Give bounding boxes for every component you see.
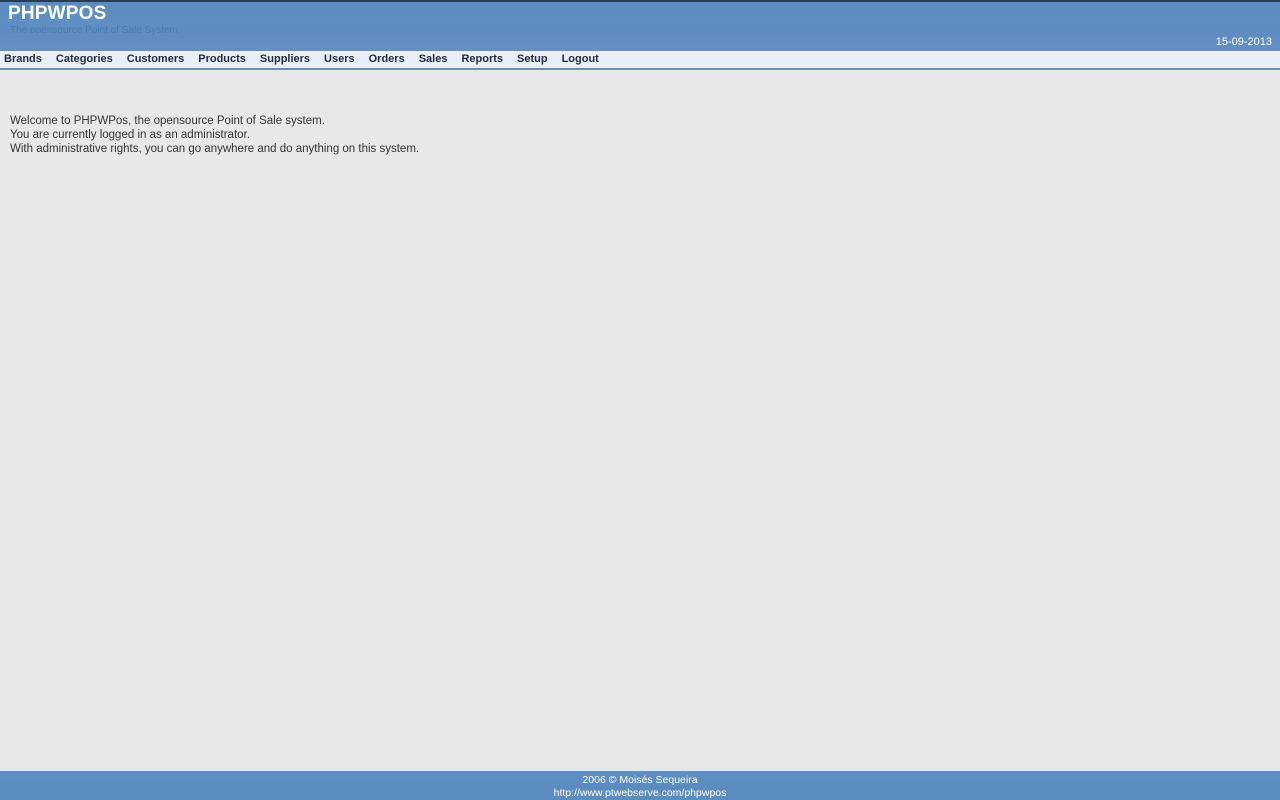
welcome-message: Welcome to PHPWPos, the opensource Point… <box>10 114 419 156</box>
nav-item-categories[interactable]: Categories <box>49 51 120 68</box>
nav-item-reports[interactable]: Reports <box>454 51 510 68</box>
footer-copyright: 2006 © Moisés Sequeira <box>582 774 698 786</box>
nav-item-products[interactable]: Products <box>191 51 253 68</box>
welcome-line-2: You are currently logged in as an admini… <box>10 129 250 141</box>
welcome-line-3: With administrative rights, you can go a… <box>10 143 420 155</box>
nav-item-suppliers[interactable]: Suppliers <box>253 51 317 68</box>
nav-item-customers[interactable]: Customers <box>120 51 191 68</box>
current-date: 15-09-2013 <box>1215 36 1272 48</box>
page-footer: 2006 © Moisés Sequeira http://www.ptwebs… <box>0 771 1280 800</box>
site-subtitle: The opensource Point of Sale System <box>10 25 178 36</box>
nav-item-brands[interactable]: Brands <box>0 51 49 68</box>
nav-item-sales[interactable]: Sales <box>412 51 455 68</box>
nav-item-logout[interactable]: Logout <box>555 51 606 68</box>
main-navigation: Brands Categories Customers Products Supplie… <box>0 51 1280 70</box>
nav-item-setup[interactable]: Setup <box>510 51 555 68</box>
welcome-line-1: Welcome to PHPWPos, the opensource Point… <box>10 115 325 127</box>
nav-item-users[interactable]: Users <box>317 51 362 68</box>
footer-url-link[interactable]: http://www.ptwebserve.com/phpwpos <box>554 787 727 800</box>
main-content: Welcome to PHPWPos, the opensource Point… <box>0 73 1280 771</box>
site-title: PHPWPOS <box>8 3 107 24</box>
page-header: PHPWPOS The opensource Point of Sale Sys… <box>0 0 1280 51</box>
nav-item-orders[interactable]: Orders <box>362 51 412 68</box>
